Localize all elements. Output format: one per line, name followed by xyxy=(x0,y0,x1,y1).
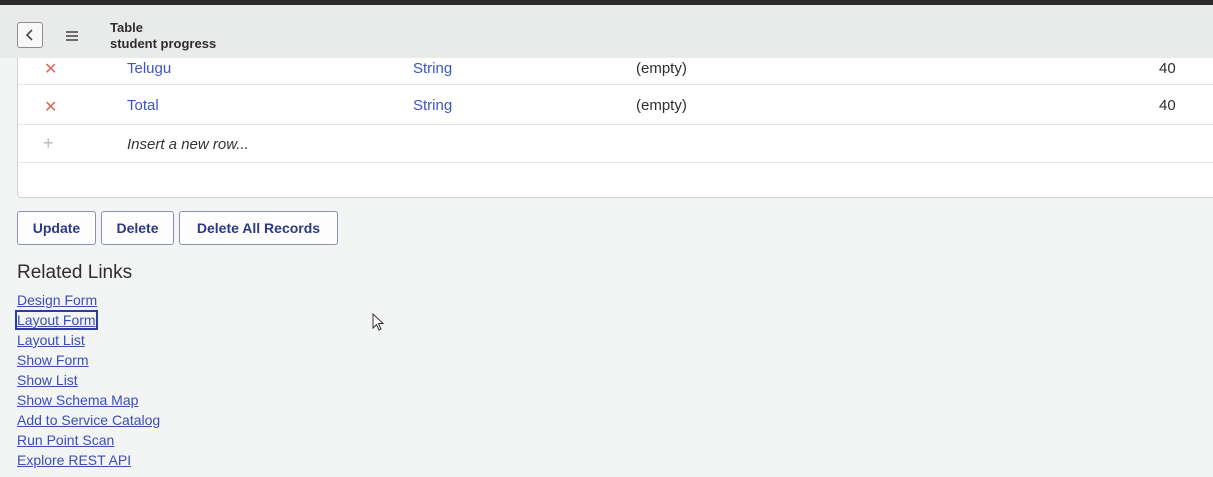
reference-value: (empty) xyxy=(636,97,687,114)
column-label-link[interactable]: Total xyxy=(127,97,159,115)
hamburger-icon[interactable] xyxy=(66,31,78,41)
table-row: ✕ Total String (empty) 40 xyxy=(18,88,1213,124)
delete-row-icon[interactable]: ✕ xyxy=(44,97,57,117)
row-divider xyxy=(18,162,1213,163)
record-name-label: student progress xyxy=(110,36,217,51)
mouse-cursor-icon xyxy=(372,313,385,331)
delete-all-records-button[interactable]: Delete All Records xyxy=(179,211,338,245)
row-divider xyxy=(18,84,1213,85)
add-to-service-catalog-link[interactable]: Add to Service Catalog xyxy=(17,412,160,428)
layout-form-link[interactable]: Layout Form xyxy=(15,310,98,330)
design-form-link[interactable]: Design Form xyxy=(17,292,97,308)
related-links-heading: Related Links xyxy=(17,262,133,283)
form-header: Table student progress xyxy=(0,5,1213,58)
delete-button[interactable]: Delete xyxy=(101,211,174,245)
delete-row-icon[interactable]: ✕ xyxy=(44,59,57,79)
update-button[interactable]: Update xyxy=(17,211,96,245)
chevron-left-icon xyxy=(25,29,33,41)
show-list-link[interactable]: Show List xyxy=(17,372,78,388)
layout-list-link[interactable]: Layout List xyxy=(17,332,85,348)
add-row-icon[interactable]: + xyxy=(43,133,54,154)
show-schema-map-link[interactable]: Show Schema Map xyxy=(17,392,138,408)
explore-rest-api-link[interactable]: Explore REST API xyxy=(17,452,131,468)
insert-row[interactable]: + Insert a new row... xyxy=(18,126,1213,162)
max-length-value: 40 xyxy=(1159,97,1176,114)
show-form-link[interactable]: Show Form xyxy=(17,352,89,368)
record-type-label: Table xyxy=(110,20,143,35)
run-point-scan-link[interactable]: Run Point Scan xyxy=(17,432,114,448)
max-length-value: 40 xyxy=(1159,60,1176,77)
column-type-link[interactable]: String xyxy=(413,97,452,115)
column-label-link[interactable]: Telugu xyxy=(127,60,171,78)
reference-value: (empty) xyxy=(636,60,687,77)
columns-list-panel: ✕ Telugu String (empty) 40 ✕ Total Strin… xyxy=(17,58,1213,198)
column-type-link[interactable]: String xyxy=(413,60,452,78)
row-divider xyxy=(18,124,1213,125)
back-button[interactable] xyxy=(17,22,43,48)
insert-row-placeholder[interactable]: Insert a new row... xyxy=(127,136,249,154)
